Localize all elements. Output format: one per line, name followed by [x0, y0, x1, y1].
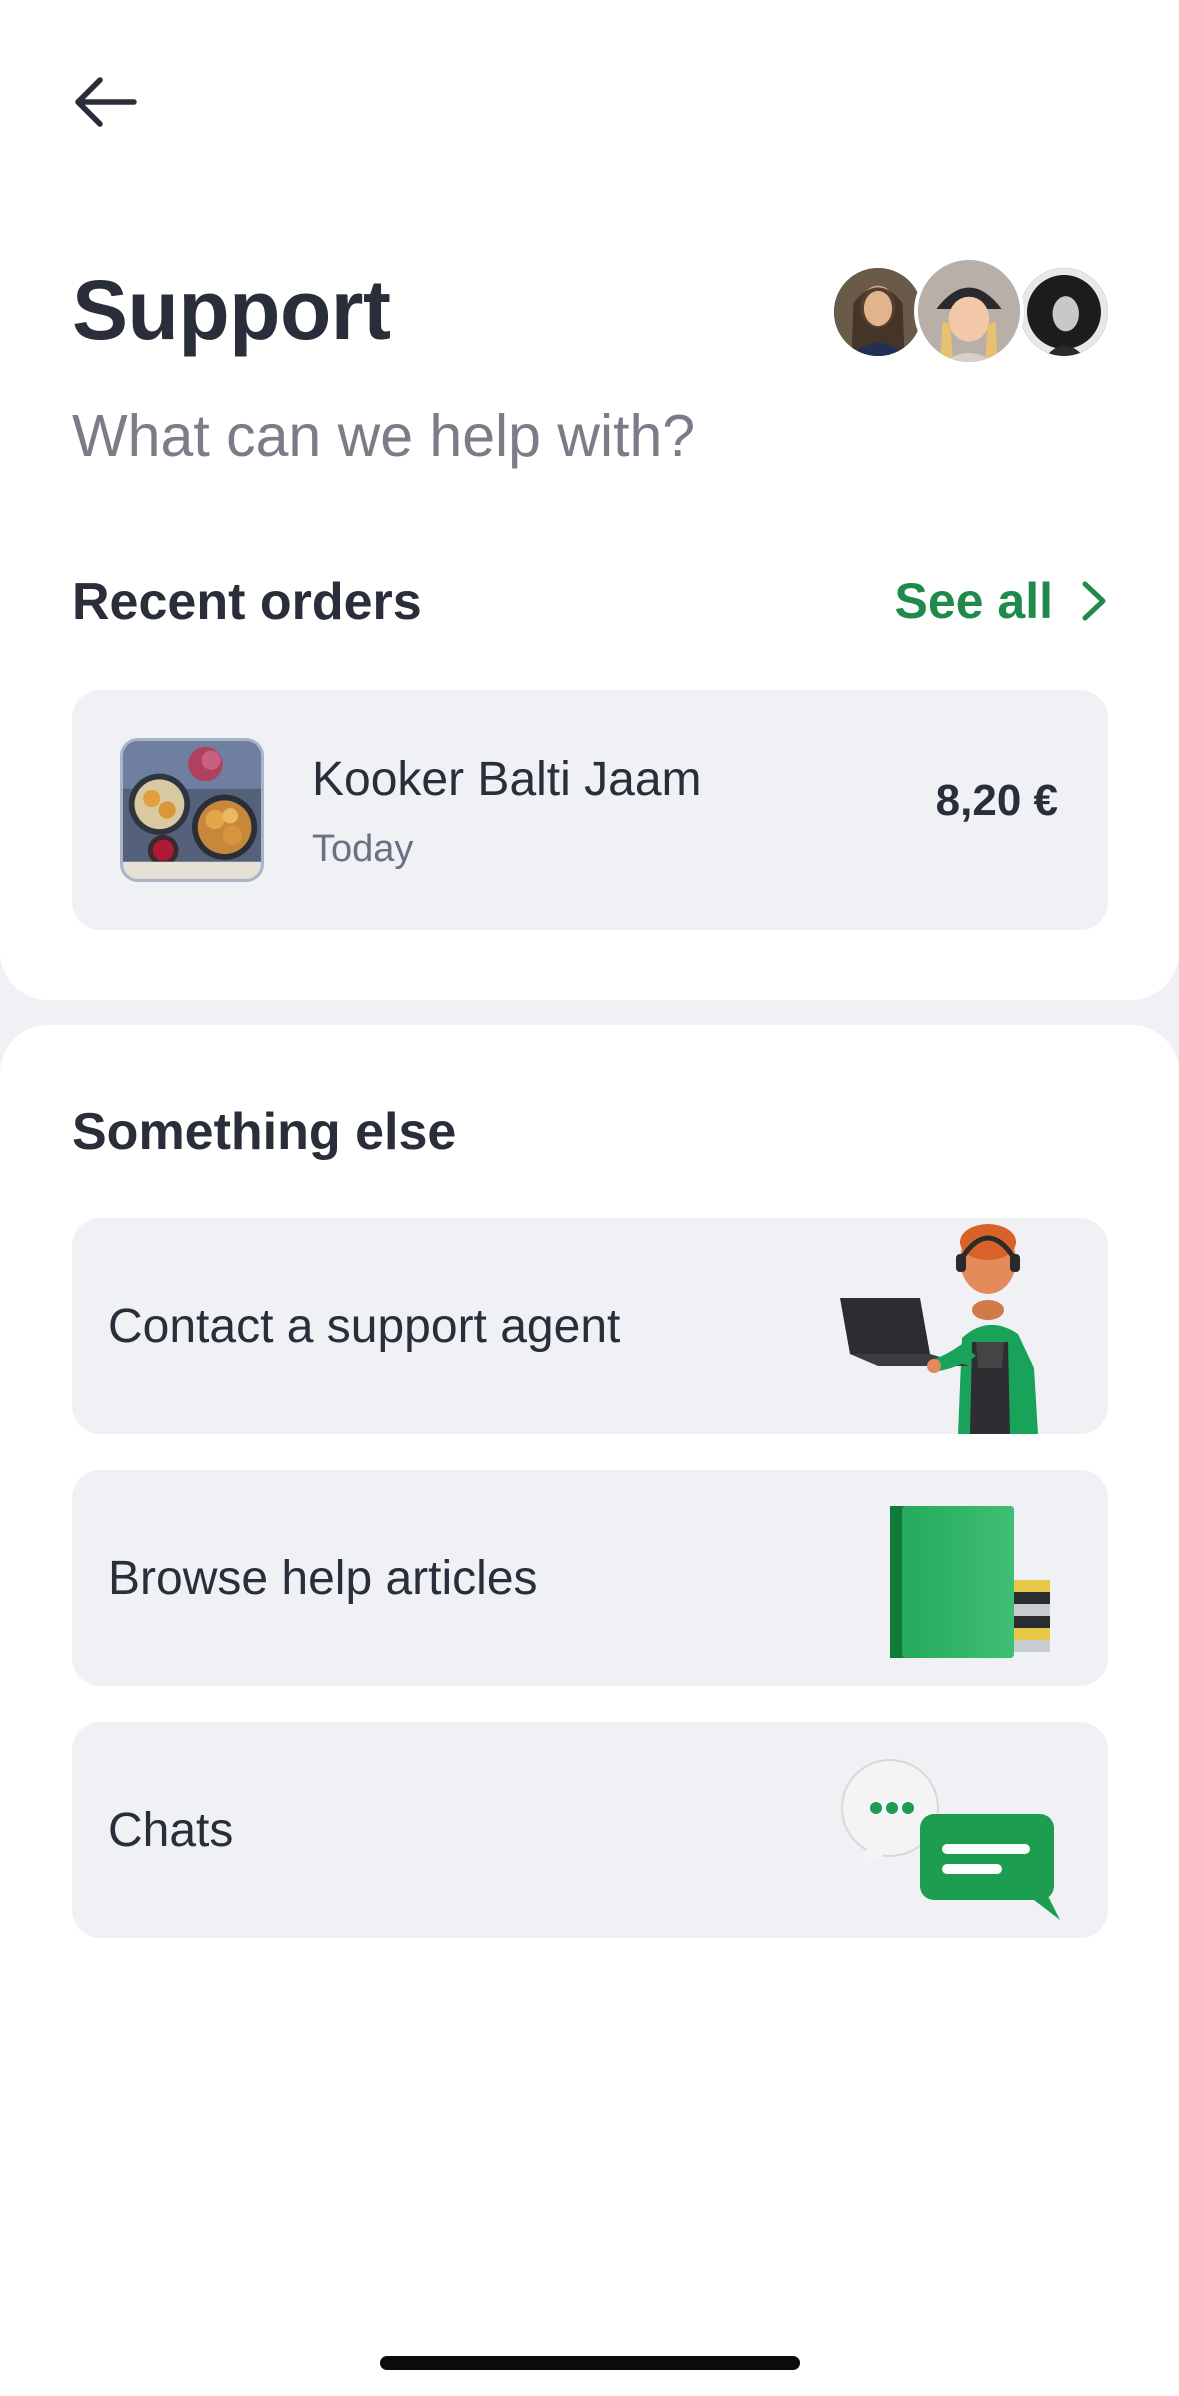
support-agent-avatar: [830, 264, 926, 360]
chat-bubbles-illustration: [838, 1722, 1078, 1938]
order-date: Today: [312, 828, 414, 870]
back-button[interactable]: [62, 62, 150, 142]
order-thumbnail: [120, 738, 264, 882]
option-label: Contact a support agent: [108, 1299, 621, 1353]
support-agent-avatar: [1016, 264, 1112, 360]
option-label: Browse help articles: [108, 1551, 538, 1605]
page-subtitle: What can we help with?: [72, 403, 696, 469]
order-restaurant-name: Kooker Balti Jaam: [312, 753, 702, 806]
chats-button[interactable]: Chats: [72, 1722, 1108, 1938]
books-illustration: [838, 1470, 1078, 1686]
support-agent-avatar: [914, 256, 1024, 366]
see-all-label: See all: [894, 573, 1053, 629]
support-agent-illustration: [838, 1218, 1078, 1434]
support-avatars: [830, 256, 1112, 368]
page-title: Support: [72, 263, 391, 357]
home-indicator[interactable]: [380, 2356, 800, 2370]
something-else-title: Something else: [72, 1103, 457, 1161]
chevron-right-icon: [1082, 581, 1106, 621]
option-label: Chats: [108, 1803, 234, 1857]
recent-orders-title: Recent orders: [72, 573, 422, 631]
contact-support-agent-button[interactable]: Contact a support agent: [72, 1218, 1108, 1434]
browse-help-articles-button[interactable]: Browse help articles: [72, 1470, 1108, 1686]
order-item[interactable]: Kooker Balti Jaam Today 8,20 €: [72, 690, 1108, 930]
see-all-button[interactable]: See all: [895, 572, 1107, 630]
arrow-left-icon: [75, 77, 137, 127]
order-price: 8,20 €: [935, 776, 1058, 825]
